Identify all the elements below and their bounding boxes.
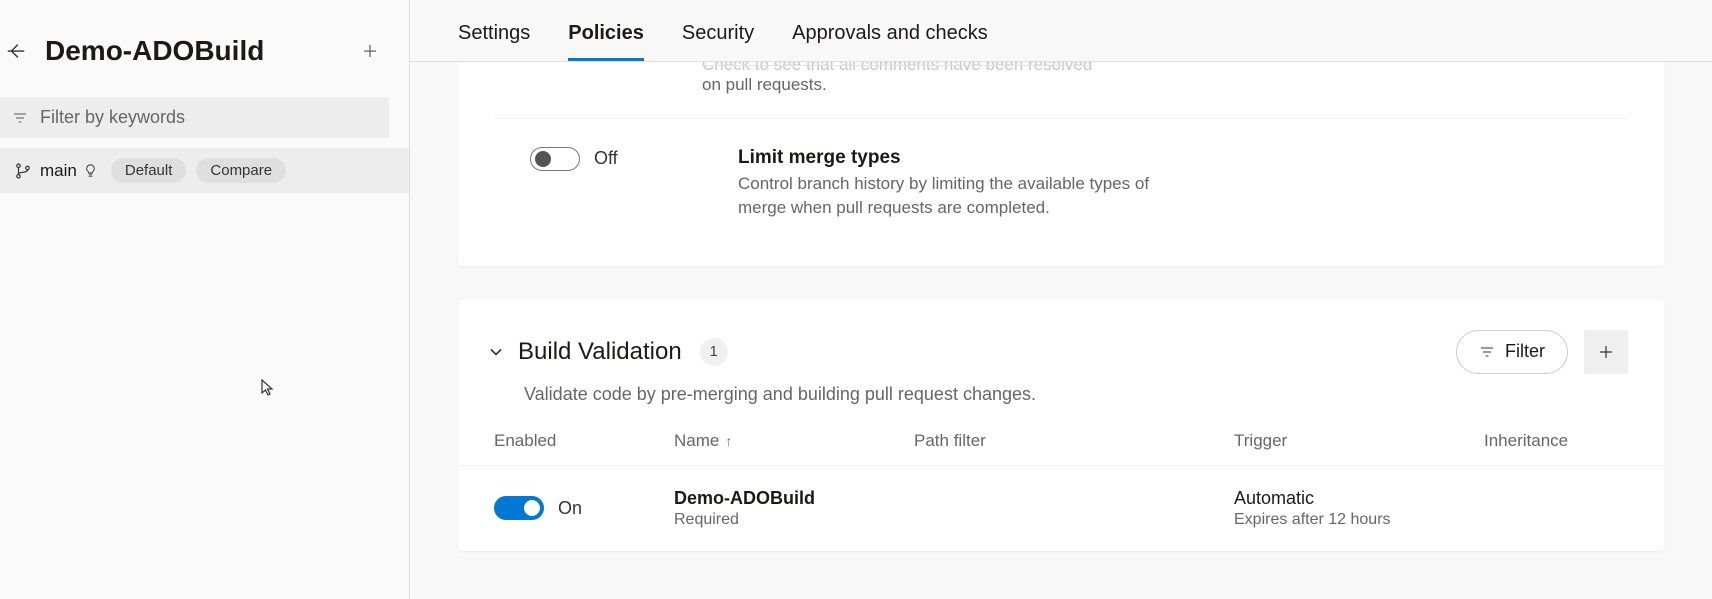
content: Check to see that all comments have been… bbox=[410, 62, 1712, 585]
add-build-validation-button[interactable] bbox=[1584, 330, 1628, 374]
build-validation-subtitle: Validate code by pre-merging and buildin… bbox=[458, 378, 1664, 431]
sidebar-header: Demo-ADOBuild bbox=[0, 35, 409, 97]
policy-limit-merge-types: Off Limit merge types Control branch his… bbox=[494, 118, 1628, 232]
comments-desc-rest: on pull requests. bbox=[702, 73, 1628, 98]
branch-icon bbox=[14, 162, 34, 180]
repo-title: Demo-ADOBuild bbox=[45, 35, 351, 67]
build-row-trigger: Automatic bbox=[1234, 488, 1484, 509]
table-row[interactable]: On Demo-ADOBuild Required Automatic Expi… bbox=[458, 466, 1664, 551]
build-row-toggle-label: On bbox=[558, 497, 582, 519]
tabs: Settings Policies Security Approvals and… bbox=[410, 0, 1712, 62]
build-row-sub: Required bbox=[674, 511, 914, 529]
branch-row-main[interactable]: main Default Compare bbox=[0, 148, 409, 193]
filter-icon bbox=[1479, 344, 1495, 360]
build-validation-header: Build Validation 1 Filter bbox=[458, 300, 1664, 378]
bulb-icon bbox=[83, 163, 101, 178]
sidebar-add-button[interactable] bbox=[351, 36, 389, 66]
tab-security[interactable]: Security bbox=[682, 22, 754, 61]
col-path[interactable]: Path filter bbox=[914, 431, 1234, 451]
build-validation-card: Build Validation 1 Filter Validate code … bbox=[458, 300, 1664, 551]
col-inheritance[interactable]: Inheritance bbox=[1484, 431, 1628, 451]
table-head: Enabled Name ↑ Path filter Trigger Inher… bbox=[458, 431, 1664, 466]
sidebar: Demo-ADOBuild main Default Compare bbox=[0, 0, 410, 599]
sort-asc-icon: ↑ bbox=[725, 433, 732, 449]
comments-desc-cut: Check to see that all comments have been… bbox=[702, 62, 1628, 73]
filter-keywords-input[interactable] bbox=[40, 107, 375, 128]
limit-merge-desc: Control branch history by limiting the a… bbox=[738, 172, 1158, 220]
tab-settings[interactable]: Settings bbox=[458, 22, 530, 61]
build-validation-count: 1 bbox=[700, 338, 728, 366]
limit-merge-toggle[interactable] bbox=[530, 147, 580, 171]
col-name-label: Name bbox=[674, 431, 719, 451]
col-trigger[interactable]: Trigger bbox=[1234, 431, 1484, 451]
back-arrow-icon[interactable] bbox=[3, 40, 45, 62]
filter-keywords-row[interactable] bbox=[0, 97, 389, 138]
build-validation-title: Build Validation bbox=[518, 338, 682, 366]
chevron-down-icon[interactable] bbox=[486, 342, 506, 362]
tab-policies[interactable]: Policies bbox=[568, 22, 644, 61]
build-row-trigger-sub: Expires after 12 hours bbox=[1234, 511, 1484, 529]
filter-button-label: Filter bbox=[1505, 341, 1545, 362]
limit-merge-title: Limit merge types bbox=[738, 147, 1158, 169]
filter-icon bbox=[12, 110, 30, 126]
col-name[interactable]: Name ↑ bbox=[674, 431, 914, 451]
branch-name: main bbox=[40, 161, 77, 181]
tab-approvals[interactable]: Approvals and checks bbox=[792, 22, 988, 61]
build-row-name: Demo-ADOBuild bbox=[674, 488, 914, 509]
filter-button[interactable]: Filter bbox=[1456, 330, 1568, 374]
col-enabled[interactable]: Enabled bbox=[494, 431, 674, 451]
compare-badge: Compare bbox=[196, 158, 286, 183]
main: Settings Policies Security Approvals and… bbox=[410, 0, 1712, 599]
build-row-toggle[interactable] bbox=[494, 496, 544, 520]
default-badge: Default bbox=[111, 158, 187, 183]
build-validation-table: Enabled Name ↑ Path filter Trigger Inher… bbox=[458, 431, 1664, 551]
limit-merge-toggle-label: Off bbox=[594, 147, 618, 169]
policy-card-comments: Check to see that all comments have been… bbox=[458, 62, 1664, 266]
